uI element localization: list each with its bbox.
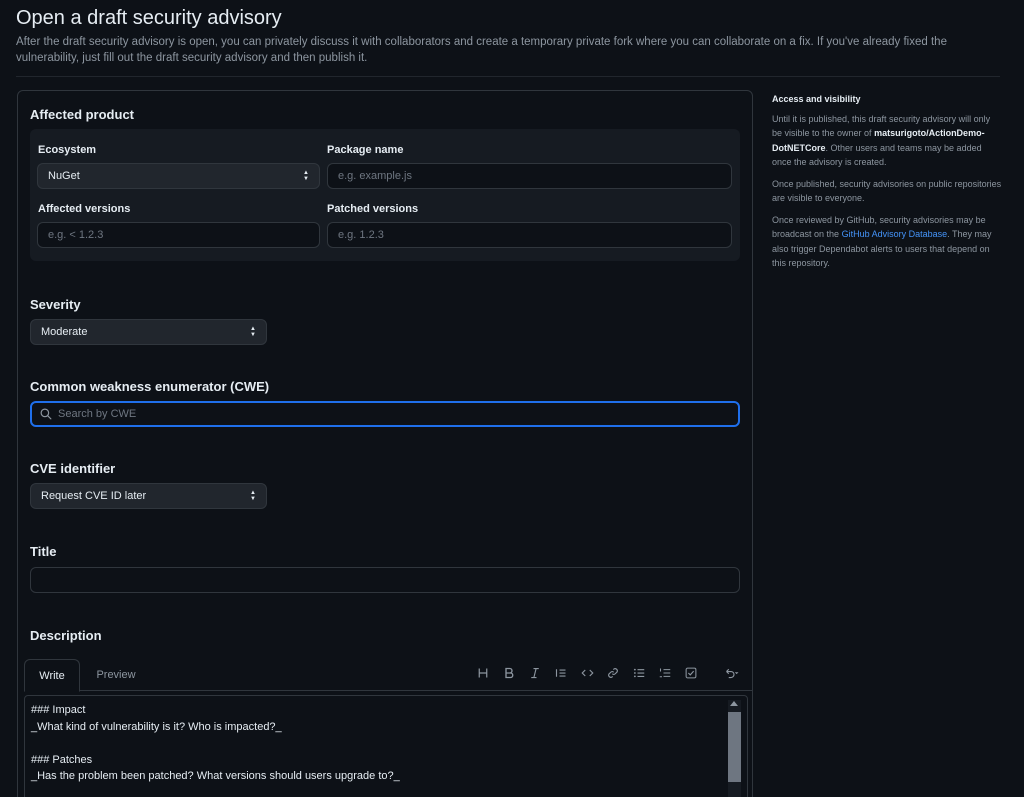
markdown-toolbar [470,659,744,687]
package-name-label: Package name [327,144,404,156]
patched-versions-label: Patched versions [327,203,419,215]
task-list-icon[interactable] [678,663,704,683]
code-icon[interactable] [574,663,600,683]
ordered-list-icon[interactable] [652,663,678,683]
tab-preview[interactable]: Preview [86,659,146,691]
cve-heading: CVE identifier [30,461,116,476]
ecosystem-value: NuGet [48,170,80,182]
header-divider [16,76,1000,77]
sidebar-paragraph-visibility: Until it is published, this draft securi… [772,112,1002,170]
sidebar-heading: Access and visibility [772,94,861,104]
scrollbar-thumb[interactable] [728,712,741,782]
select-arrows-icon: ▲ ▼ [250,490,256,502]
page-description: After the draft security advisory is ope… [16,36,947,64]
undo-icon[interactable] [718,663,744,683]
editor-scrollbar[interactable] [728,700,741,797]
editor-tabs: Write Preview [24,659,752,692]
advisory-form: Affected product Ecosystem NuGet ▲ ▼ Pack… [17,90,753,797]
title-input[interactable] [30,567,740,593]
sidebar-paragraph-review: Once reviewed by GitHub, security adviso… [772,213,1002,271]
tab-write[interactable]: Write [24,659,80,692]
select-arrows-icon: ▲ ▼ [303,170,309,182]
description-heading: Description [30,628,102,643]
link-icon[interactable] [600,663,626,683]
description-textarea[interactable]: ### Impact _What kind of vulnerability i… [24,695,748,797]
affected-product-box: Ecosystem NuGet ▲ ▼ Package name e.g. exa… [30,129,740,261]
bold-icon[interactable] [496,663,522,683]
severity-heading: Severity [30,297,81,312]
sidebar-paragraph-public: Once published, security advisories on p… [772,178,1002,204]
select-arrows-icon: ▲ ▼ [250,326,256,338]
package-name-input[interactable]: e.g. example.js [327,163,732,189]
quote-icon[interactable] [548,663,574,683]
cve-value: Request CVE ID later [41,490,147,502]
sidebar: Access and visibility Until it is publis… [772,92,1002,278]
cwe-placeholder: Search by CWE [58,408,137,420]
ecosystem-select[interactable]: NuGet ▲ ▼ [37,163,320,189]
editor-line: _Has the problem been patched? What vers… [31,770,400,782]
heading-icon[interactable] [470,663,496,683]
page-title: Open a draft security advisory [16,7,282,29]
advisory-database-link[interactable]: GitHub Advisory Database [842,229,948,239]
scroll-up-arrow-icon[interactable] [730,701,738,706]
patched-versions-input[interactable]: e.g. 1.2.3 [327,222,732,248]
ecosystem-label: Ecosystem [38,144,97,156]
page-header: Open a draft security advisory After the… [16,6,1006,66]
title-heading: Title [30,544,57,559]
italic-icon[interactable] [522,663,548,683]
affected-product-heading: Affected product [30,107,134,122]
affected-versions-input[interactable]: e.g. < 1.2.3 [37,222,320,248]
editor-line: ### Patches [31,753,93,766]
affected-versions-label: Affected versions [38,203,131,215]
severity-select[interactable]: Moderate ▲ ▼ [30,319,267,345]
cwe-heading: Common weakness enumerator (CWE) [30,379,270,394]
unordered-list-icon[interactable] [626,663,652,683]
search-icon [40,408,52,420]
cve-select[interactable]: Request CVE ID later ▲ ▼ [30,483,267,509]
editor-line: _What kind of vulnerability is it? Who i… [31,720,282,733]
editor-line: ### Impact [31,704,86,716]
cwe-search-input[interactable]: Search by CWE [30,401,740,427]
severity-value: Moderate [41,326,88,338]
